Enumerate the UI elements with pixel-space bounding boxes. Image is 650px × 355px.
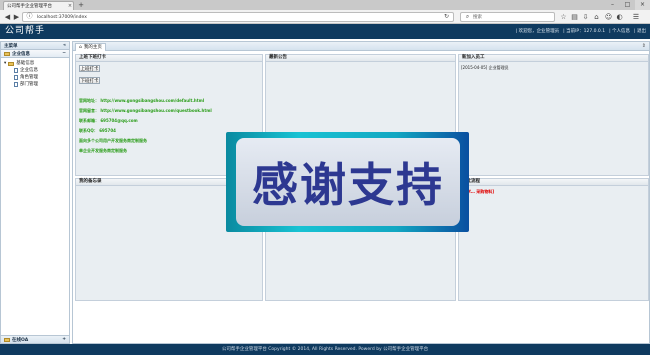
portlet-title: 上班下班打卡 <box>76 55 262 62</box>
tree-item-departments[interactable]: 部门管理 <box>4 81 66 88</box>
banner-panel: 感谢支持 <box>236 138 460 226</box>
app-logo: 公司帮手 <box>5 26 46 36</box>
menu-icon[interactable]: ☰ <box>629 12 643 22</box>
bookmark-star-icon[interactable]: ☆ <box>559 12 568 22</box>
tab-home-label: 我的主页 <box>83 45 102 50</box>
tree-item-roles[interactable]: 角色管理 <box>4 74 66 81</box>
tree-item-label: 部门管理 <box>20 82 38 87</box>
new-staff-entry[interactable]: [2015-04-05] 企业管理员 <box>461 65 648 70</box>
main-tabbar: ⌂ 我的主页 ⇕ <box>73 42 649 51</box>
maximize-icon[interactable]: □ <box>620 0 635 10</box>
sidebar-section-title: 企业信息 <box>12 51 30 57</box>
doc-icon <box>14 75 18 80</box>
approval-entry[interactable]: [实学… 采购物料] <box>461 189 648 194</box>
page-info-icon[interactable]: ⓘ <box>25 13 34 23</box>
extensions-icon[interactable]: ◐ <box>615 12 624 22</box>
search-icon: ⌕ <box>465 13 470 20</box>
sidebar: 主菜单 « 企业信息 − ▾ 基础信息 企业信息 角色管理 部门管理 在线OA … <box>0 41 70 344</box>
banner-text: 感谢支持 <box>252 158 444 212</box>
doc-icon <box>14 68 18 73</box>
url-text: localhost:37009/index <box>37 15 87 20</box>
forward-icon[interactable]: ▶ <box>12 12 21 22</box>
tree-item-company-info[interactable]: 企业信息 <box>4 67 66 74</box>
new-tab-icon[interactable]: + <box>77 1 85 9</box>
expand-panel-icon[interactable]: ⇕ <box>642 43 646 49</box>
home-icon[interactable]: ⌂ <box>592 12 601 22</box>
profile-link[interactable]: | 个人信息 <box>609 28 630 35</box>
tree-item-label: 基础信息 <box>16 61 35 66</box>
welcome-link[interactable]: | 欢迎您，企业管理员 <box>516 28 559 35</box>
sync-icon[interactable]: ☺ <box>604 12 613 22</box>
library-icon[interactable]: ▤ <box>570 12 579 22</box>
back-icon[interactable]: ◀ <box>3 12 12 22</box>
logout-link[interactable]: | 退出 <box>634 28 646 35</box>
sidebar-header: 主菜单 « <box>1 42 69 50</box>
minus-icon[interactable]: − <box>62 51 66 56</box>
sidebar-tree: ▾ 基础信息 企业信息 角色管理 部门管理 <box>1 58 69 90</box>
top-links: | 欢迎您，企业管理员 | 当前IP：127.0.0.1 | 个人信息 | 退出 <box>516 28 646 35</box>
portlet-title: 新加入员工 <box>459 55 648 62</box>
tab-home[interactable]: ⌂ 我的主页 <box>75 43 106 51</box>
sidebar-section-header[interactable]: 企业信息 − <box>1 50 69 58</box>
tab-close-icon[interactable]: × <box>67 3 73 9</box>
minimize-icon[interactable]: – <box>605 0 620 10</box>
tree-item-label: 企业信息 <box>20 68 38 73</box>
sidebar-footer[interactable]: 在线OA + <box>1 335 69 343</box>
portlet-title: 最新公告 <box>266 55 455 62</box>
app-header: 公司帮手 | 欢迎您，企业管理员 | 当前IP：127.0.0.1 | 个人信息… <box>0 24 650 39</box>
folder-open-icon <box>8 61 15 66</box>
browser-titlebar: 公司帮手企业管理平台 × + – □ × <box>0 0 650 10</box>
thank-you-banner: 感谢支持 <box>226 132 469 232</box>
portlet-approval: 审批流程 [实学… 采购物料] <box>458 178 649 301</box>
expand-icon[interactable]: ▾ <box>4 60 6 67</box>
search-placeholder: 搜索 <box>473 15 482 20</box>
reload-icon[interactable]: ↻ <box>442 13 451 23</box>
sidebar-title: 主菜单 <box>4 43 18 49</box>
doc-icon <box>14 82 18 87</box>
address-bar[interactable]: ⓘ localhost:37009/index ↻ <box>22 12 454 22</box>
collapse-left-icon[interactable]: « <box>63 43 66 48</box>
search-input[interactable]: ⌕ 搜索 <box>460 12 555 22</box>
browser-tab-title: 公司帮手企业管理平台 <box>7 4 52 9</box>
window-controls: – □ × <box>605 0 650 10</box>
folder-icon <box>4 51 10 56</box>
close-window-icon[interactable]: × <box>635 0 650 10</box>
portlet-title: 审批流程 <box>459 179 648 186</box>
plus-icon[interactable]: + <box>62 337 66 342</box>
download-icon[interactable]: ⇩ <box>581 12 590 22</box>
clock-in-button[interactable]: 上班打卡 <box>79 65 100 72</box>
app-footer: 公司帮手企业管理平台 Copyright © 2014, All Rights … <box>0 344 650 355</box>
tree-item-label: 角色管理 <box>20 75 38 80</box>
portlet-new-staff: 新加入员工 [2015-04-05] 企业管理员 <box>458 54 649 176</box>
browser-navbar: ◀ ▶ ⓘ localhost:37009/index ↻ ⌕ 搜索 ☆ ▤ ⇩… <box>0 10 650 24</box>
folder-icon <box>4 337 10 342</box>
sidebar-footer-label: 在线OA <box>12 337 29 343</box>
tree-item-basic-info[interactable]: ▾ 基础信息 <box>4 60 66 67</box>
clock-out-button[interactable]: 下班打卡 <box>79 77 100 84</box>
home-tab-icon: ⌂ <box>79 45 82 50</box>
browser-tab[interactable]: 公司帮手企业管理平台 × <box>3 1 74 10</box>
ip-info: | 当前IP：127.0.0.1 <box>563 29 606 34</box>
